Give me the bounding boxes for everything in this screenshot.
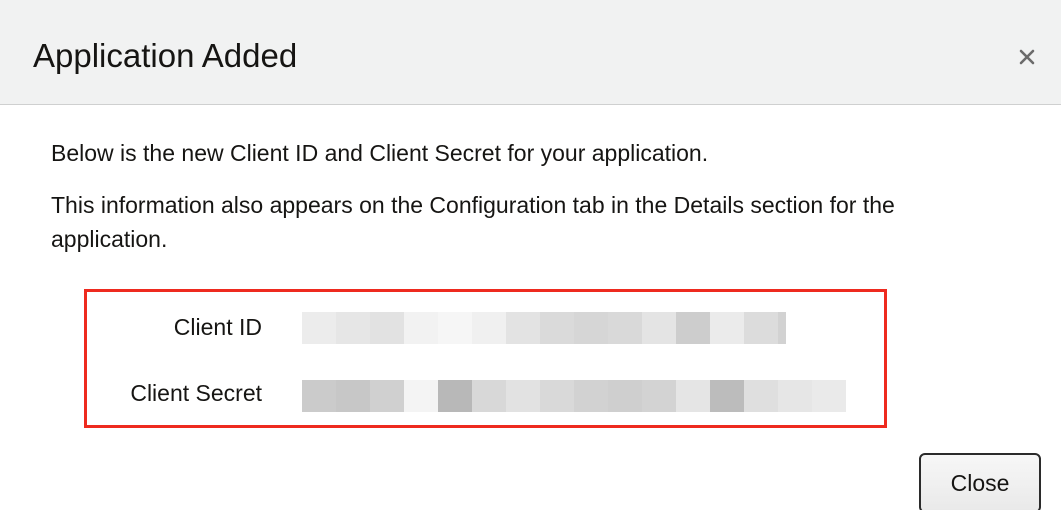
close-button[interactable]: Close bbox=[919, 453, 1041, 510]
client-id-value-redacted bbox=[302, 312, 786, 344]
intro-text: Below is the new Client ID and Client Se… bbox=[51, 140, 709, 166]
client-secret-label: Client Secret bbox=[130, 380, 262, 406]
info-text: This information also appears on the Con… bbox=[51, 192, 895, 252]
client-id-label: Client ID bbox=[173, 314, 262, 340]
dialog-header: Application Added bbox=[0, 0, 1061, 105]
application-added-dialog: Application Added Below is the new Clien… bbox=[0, 0, 1061, 510]
credentials-highlight-box: Client ID Client Secret bbox=[84, 289, 887, 428]
client-secret-value-redacted bbox=[302, 380, 846, 412]
dialog-title: Application Added bbox=[33, 37, 298, 74]
close-x-icon[interactable] bbox=[1015, 45, 1039, 69]
